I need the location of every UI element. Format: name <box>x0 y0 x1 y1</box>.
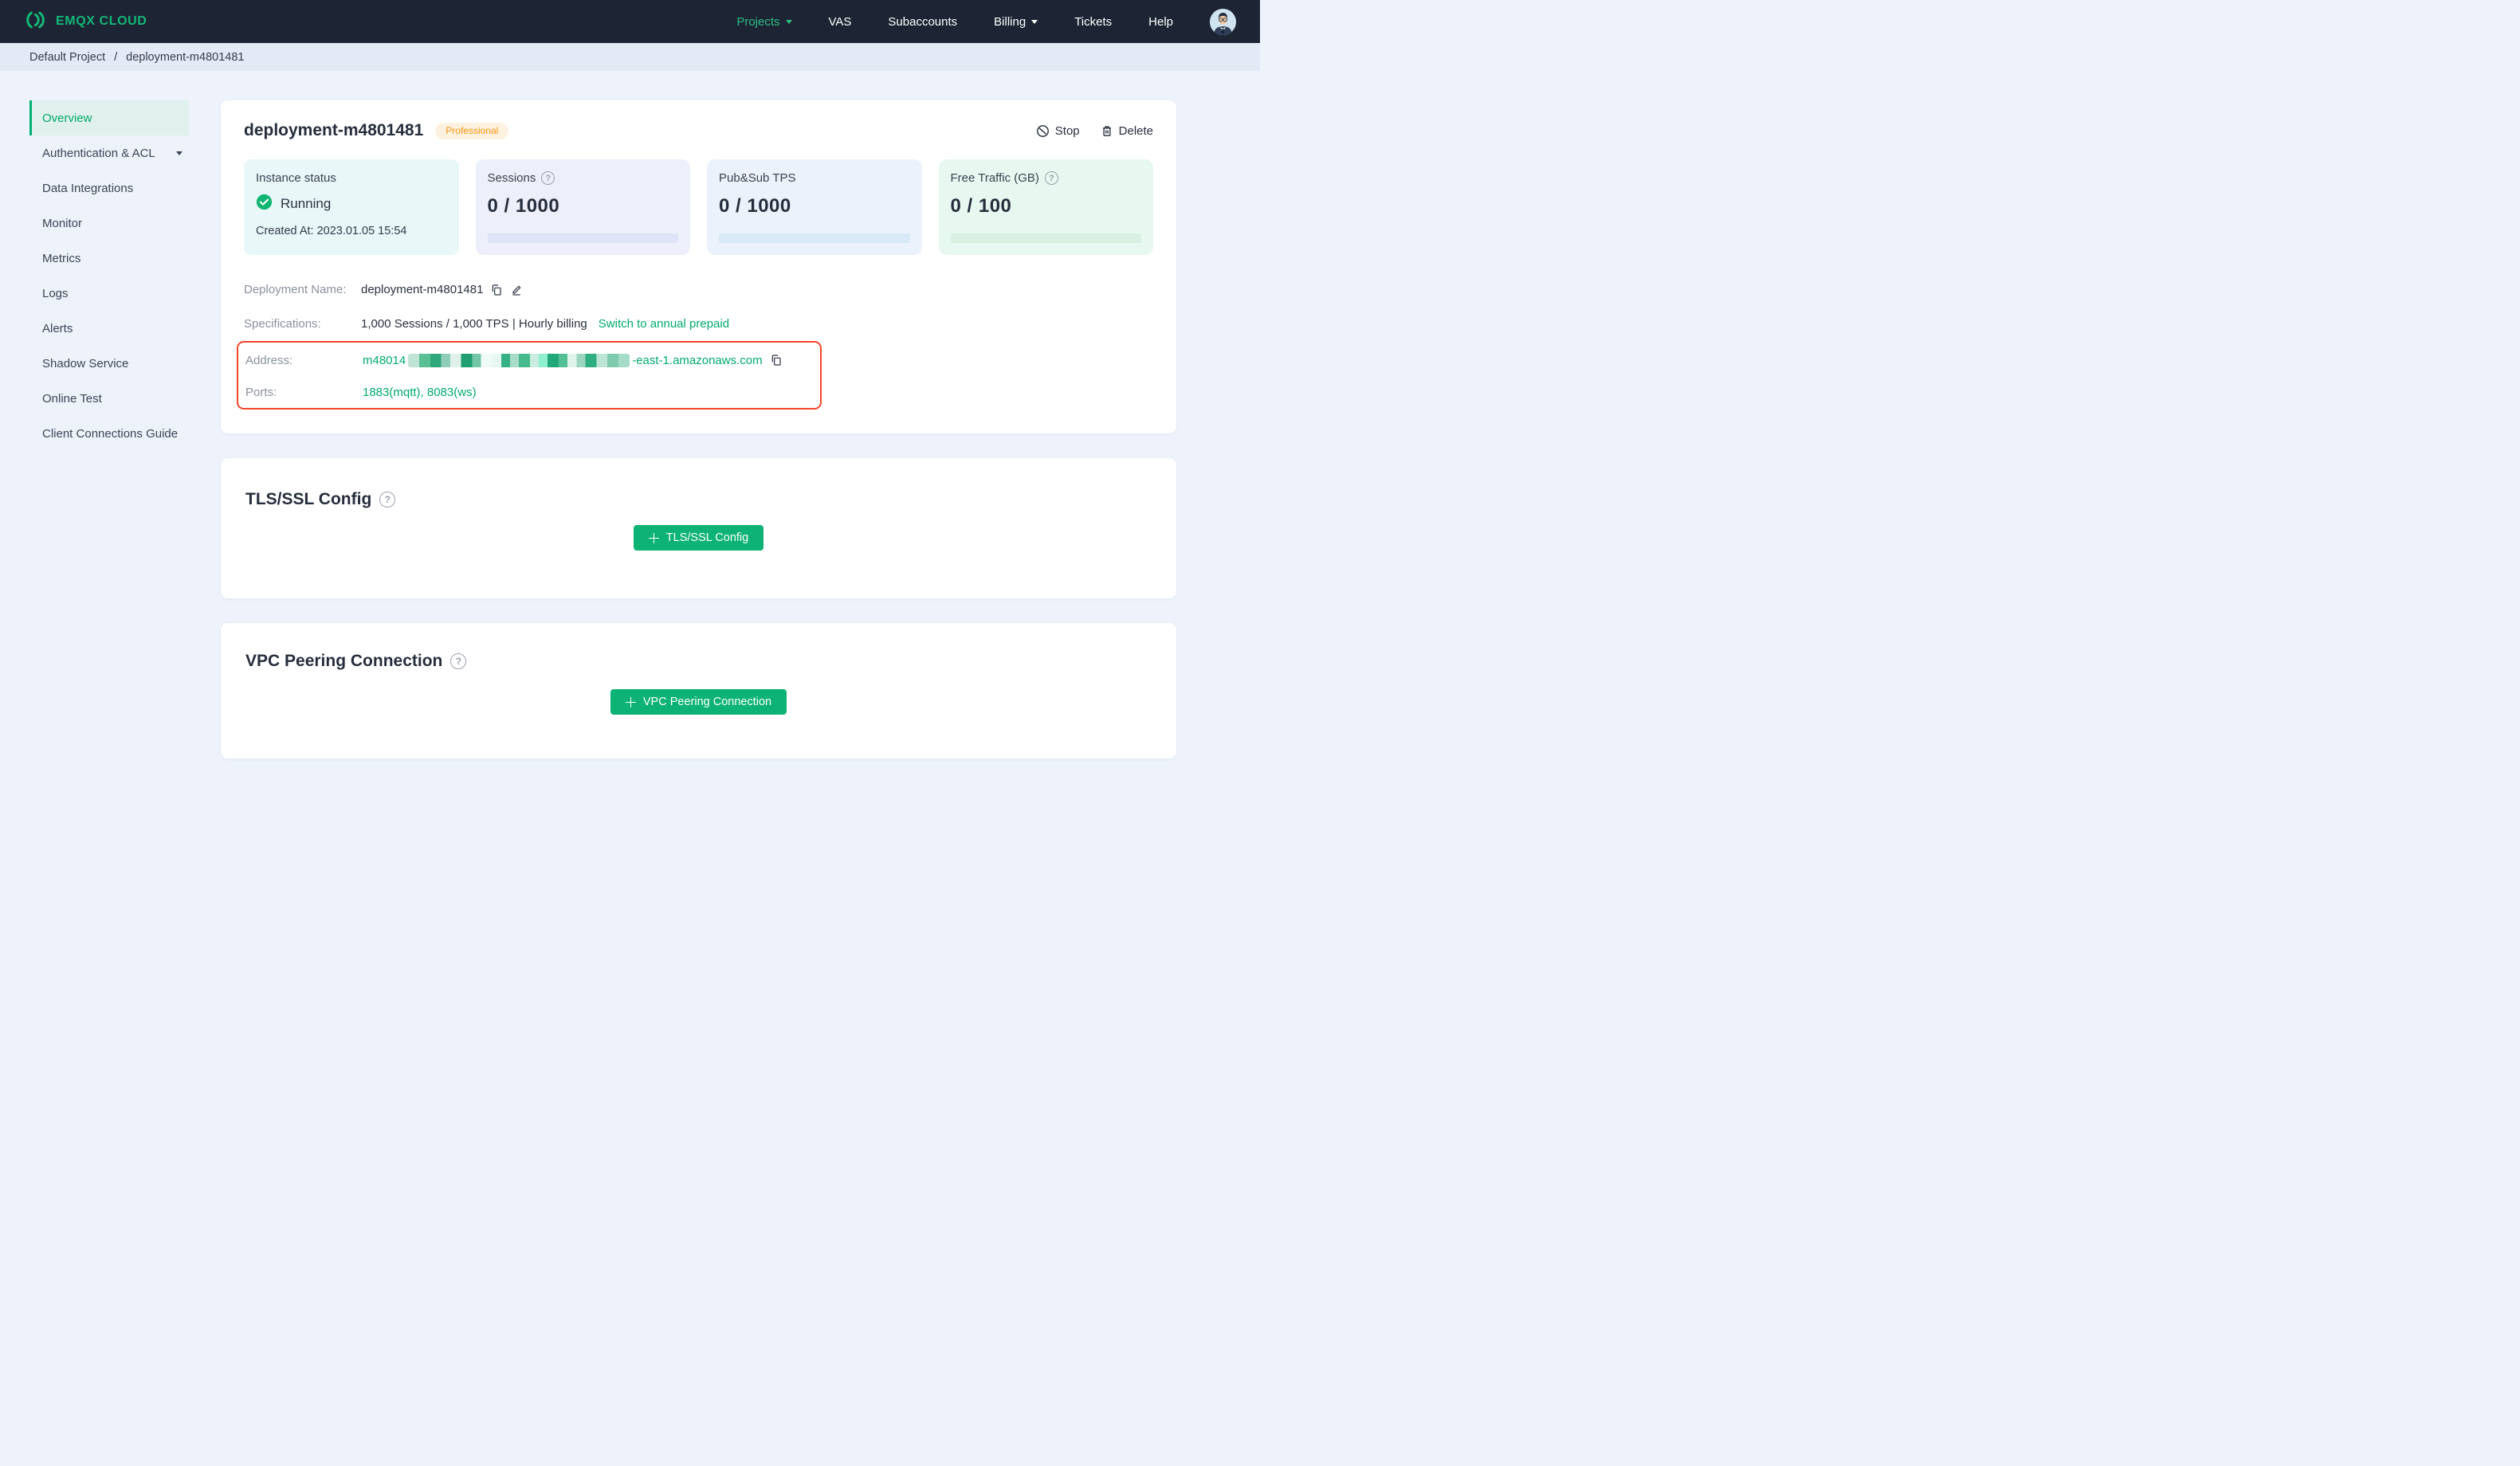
stat-value: 0 / 1000 <box>719 195 791 217</box>
brand-name: EMQX CLOUD <box>56 14 147 28</box>
breadcrumb-project[interactable]: Default Project <box>29 51 105 64</box>
breadcrumb-separator: / <box>114 50 118 64</box>
help-icon[interactable]: ? <box>1044 171 1058 185</box>
trash-icon <box>1101 124 1113 138</box>
stat-label: Pub&Sub TPS <box>719 171 796 185</box>
chevron-down-icon <box>1031 19 1038 24</box>
check-circle-icon <box>256 194 273 214</box>
plus-icon <box>625 696 636 708</box>
plan-badge: Professional <box>435 122 509 139</box>
breadcrumb: Default Project / deployment-m4801481 <box>0 43 1260 71</box>
stat-value: 0 / 100 <box>950 195 1012 217</box>
chevron-down-icon <box>785 19 792 24</box>
add-tls-ssl-config-button[interactable]: TLS/SSL Config <box>633 525 764 551</box>
stat-label: Instance status <box>256 171 336 185</box>
sidebar-item-metrics[interactable]: Metrics <box>29 241 189 276</box>
sidebar-item-logs[interactable]: Logs <box>29 276 189 311</box>
sidebar-item-data-integrations[interactable]: Data Integrations <box>29 171 189 206</box>
deployment-name-label: Deployment Name: <box>244 283 347 296</box>
specifications-label: Specifications: <box>244 317 321 331</box>
nav-item-projects[interactable]: Projects <box>736 15 792 29</box>
deployment-name-value: deployment-m4801481 <box>361 283 484 296</box>
ports-row: Ports: 1883(mqtt), 8083(ws) <box>245 376 813 408</box>
specifications-value: 1,000 Sessions / 1,000 TPS | Hourly bill… <box>361 317 587 331</box>
stat-value: 0 / 1000 <box>487 195 560 217</box>
help-icon[interactable]: ? <box>379 492 396 508</box>
status-text: Running <box>281 196 332 211</box>
stat-card-sessions: Sessions ? 0 / 1000 <box>475 159 690 255</box>
specifications-row: Specifications: 1,000 Sessions / 1,000 T… <box>244 307 1153 341</box>
stop-button[interactable]: Stop <box>1036 124 1080 138</box>
address-highlight-box: Address: m48014 -east-1.amazonaws.com Po… <box>237 341 822 410</box>
vpc-peering-section: VPC Peering Connection ? VPC Peering Con… <box>221 623 1176 758</box>
copy-icon[interactable] <box>770 354 783 366</box>
traffic-progress-bar <box>950 233 1141 243</box>
copy-icon[interactable] <box>490 284 503 296</box>
switch-annual-prepaid-link[interactable]: Switch to annual prepaid <box>599 317 729 331</box>
sessions-progress-bar <box>487 233 678 243</box>
top-navbar: EMQX CLOUD Projects VAS Subaccounts Bill… <box>0 0 1260 43</box>
address-suffix: -east-1.amazonaws.com <box>632 353 763 367</box>
help-icon[interactable]: ? <box>541 171 555 185</box>
address-label: Address: <box>245 353 293 367</box>
sidebar-item-online-test[interactable]: Online Test <box>29 381 189 416</box>
breadcrumb-current: deployment-m4801481 <box>126 50 245 64</box>
user-avatar[interactable] <box>1210 8 1236 35</box>
sidebar-item-shadow-service[interactable]: Shadow Service <box>29 346 189 381</box>
ports-value: 1883(mqtt), 8083(ws) <box>363 385 477 399</box>
vpc-section-title: VPC Peering Connection <box>245 652 443 670</box>
nav-item-subaccounts[interactable]: Subaccounts <box>888 15 957 29</box>
sidebar-item-client-connections-guide[interactable]: Client Connections Guide <box>29 416 189 451</box>
nav-item-tickets[interactable]: Tickets <box>1074 15 1112 29</box>
add-vpc-peering-button[interactable]: VPC Peering Connection <box>610 689 787 715</box>
stat-card-instance-status: Instance status Running Created At: 2023… <box>244 159 459 255</box>
created-at-text: Created At: 2023.01.05 15:54 <box>256 225 407 237</box>
tls-section-title: TLS/SSL Config <box>245 490 372 508</box>
sidebar-item-authentication-acl[interactable]: Authentication & ACL <box>29 135 189 171</box>
address-row: Address: m48014 -east-1.amazonaws.com <box>245 344 813 376</box>
redacted-address-mosaic <box>408 353 630 367</box>
chevron-down-icon <box>176 151 183 155</box>
sidebar-item-overview[interactable]: Overview <box>29 100 189 135</box>
stat-label: Free Traffic (GB) <box>950 171 1039 185</box>
sidebar-item-monitor[interactable]: Monitor <box>29 206 189 241</box>
stat-card-free-traffic: Free Traffic (GB) ? 0 / 100 <box>938 159 1153 255</box>
deployment-name-row: Deployment Name: deployment-m4801481 <box>244 272 1153 307</box>
sidebar: Overview Authentication & ACL Data Integ… <box>0 71 191 451</box>
brand-logo[interactable]: EMQX CLOUD <box>24 8 147 36</box>
emqx-logo-icon <box>24 8 48 36</box>
plus-icon <box>648 532 659 543</box>
stop-icon <box>1036 124 1050 138</box>
help-icon[interactable]: ? <box>450 653 467 669</box>
nav-item-vas[interactable]: VAS <box>829 15 852 29</box>
nav-menu: Projects VAS Subaccounts Billing Tickets… <box>736 8 1236 35</box>
ports-label: Ports: <box>245 385 277 399</box>
nav-item-billing[interactable]: Billing <box>994 15 1038 29</box>
address-prefix: m48014 <box>363 353 406 367</box>
tls-ssl-section: TLS/SSL Config ? TLS/SSL Config <box>221 458 1176 598</box>
tps-progress-bar <box>719 233 910 243</box>
deployment-title: deployment-m4801481 <box>244 121 424 139</box>
delete-button[interactable]: Delete <box>1101 124 1153 138</box>
edit-icon[interactable] <box>510 284 523 296</box>
nav-item-help[interactable]: Help <box>1148 15 1173 29</box>
sidebar-item-alerts[interactable]: Alerts <box>29 311 189 346</box>
deployment-overview-card: deployment-m4801481 Professional Stop De… <box>221 100 1176 433</box>
stat-label: Sessions <box>487 171 536 185</box>
stat-card-pubsub-tps: Pub&Sub TPS 0 / 1000 <box>707 159 922 255</box>
